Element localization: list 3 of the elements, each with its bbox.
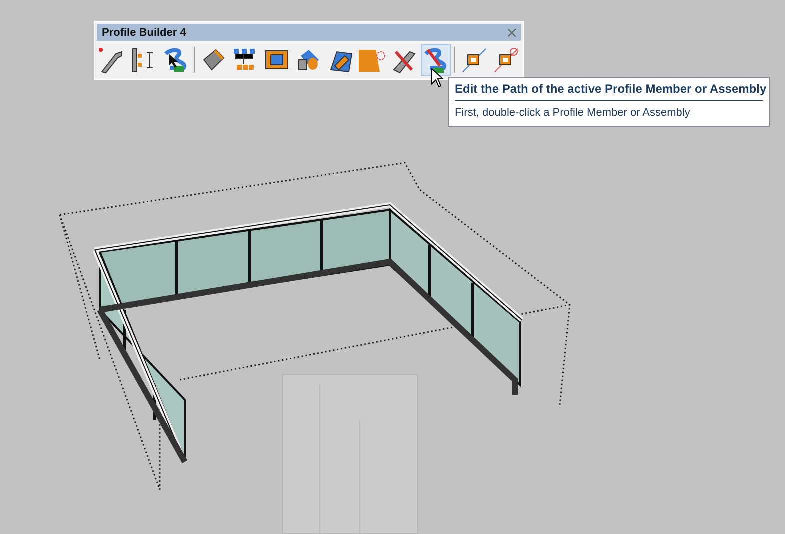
toolbar-title: Profile Builder 4: [102, 26, 186, 38]
tooltip-hint: First, double-click a Profile Member or Assembly: [455, 106, 692, 120]
close-icon[interactable]: [508, 28, 516, 36]
